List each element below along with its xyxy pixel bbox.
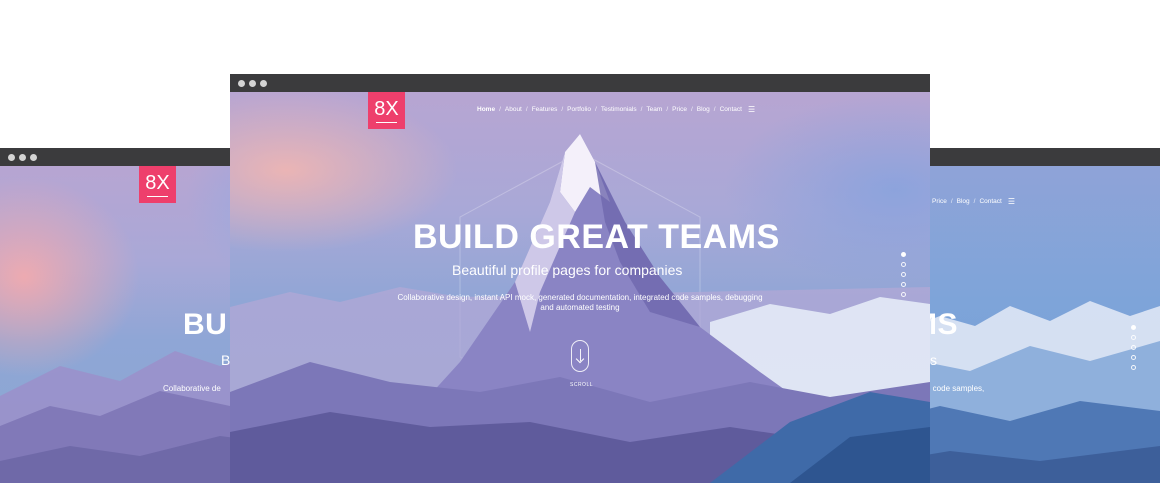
logo-badge[interactable]: 8X	[139, 166, 176, 203]
nav-separator: /	[950, 198, 953, 205]
pagination-dot[interactable]	[901, 252, 906, 257]
pagination-dot[interactable]	[1131, 355, 1136, 360]
section-pagination	[1131, 325, 1137, 375]
window-dot-icon	[249, 80, 256, 87]
nav-item-contact[interactable]: Contact	[720, 106, 742, 113]
nav-separator: /	[525, 106, 528, 113]
scroll-label: SCROLL	[570, 382, 594, 388]
logo-text: 8X	[374, 98, 399, 120]
hamburger-icon[interactable]: ☰	[748, 105, 755, 113]
pagination-dot[interactable]	[1131, 365, 1136, 370]
nav-item-about[interactable]: About	[505, 106, 522, 113]
pagination-dot[interactable]	[901, 282, 906, 287]
pagination-dot[interactable]	[901, 272, 906, 277]
hero-subtitle-fragment: B	[221, 352, 231, 368]
hero-screen: 8X Home / About / Features / Portfolio /…	[230, 92, 930, 483]
hero-subtitle: Beautiful profile pages for companies	[452, 262, 683, 278]
pagination-dot[interactable]	[901, 262, 906, 267]
pagination-dot[interactable]	[901, 292, 906, 297]
nav-item-price[interactable]: Price	[932, 198, 947, 205]
logo-badge[interactable]: 8X	[368, 92, 405, 129]
nav-separator: /	[499, 106, 501, 113]
nav-separator: /	[690, 106, 693, 113]
nav-separator: /	[666, 106, 669, 113]
window-dot-icon	[260, 80, 267, 87]
nav-separator: /	[973, 198, 976, 205]
pagination-dot[interactable]	[1131, 335, 1136, 340]
hero-title: BUILD GREAT TEAMS	[413, 218, 780, 256]
window-dot-icon	[238, 80, 245, 87]
hero-description-fragment: d code samples,	[926, 384, 985, 393]
nav-item-portfolio[interactable]: Portfolio	[567, 106, 591, 113]
main-nav: Home / About / Features / Portfolio / Te…	[477, 105, 755, 113]
nav-separator: /	[713, 106, 716, 113]
hero-title-fragment: BU	[183, 308, 228, 341]
section-pagination	[901, 252, 907, 302]
window-dot-icon	[30, 154, 37, 161]
logo-text: 8X	[145, 172, 170, 194]
nav-item-home[interactable]: Home	[477, 106, 495, 113]
hero-description-fragment: Collaborative de	[163, 384, 221, 393]
nav-separator: /	[595, 106, 597, 113]
window-dot-icon	[8, 154, 15, 161]
nav-separator: /	[561, 106, 564, 113]
main-nav: Price / Blog / Contact ☰	[932, 197, 1015, 205]
pagination-dot[interactable]	[1131, 325, 1136, 330]
window-dot-icon	[19, 154, 26, 161]
window-titlebar	[230, 74, 930, 92]
hamburger-icon[interactable]: ☰	[1008, 197, 1015, 205]
mountain-background	[230, 134, 930, 483]
nav-item-contact[interactable]: Contact	[979, 198, 1001, 205]
nav-item-features[interactable]: Features	[532, 106, 558, 113]
nav-item-testimonials[interactable]: Testimonials	[601, 106, 637, 113]
nav-separator: /	[640, 106, 643, 113]
nav-item-team[interactable]: Team	[646, 106, 662, 113]
pagination-dot[interactable]	[1131, 345, 1136, 350]
hero-subtitle-fragment: s	[930, 352, 937, 368]
browser-window-main: 8X Home / About / Features / Portfolio /…	[230, 74, 930, 483]
arrow-down-icon	[580, 349, 581, 361]
nav-item-price[interactable]: Price	[672, 106, 687, 113]
hero-description: Collaborative design, instant API mock, …	[397, 293, 763, 312]
nav-item-blog[interactable]: Blog	[697, 106, 710, 113]
scroll-down-button[interactable]	[571, 340, 589, 372]
nav-item-blog[interactable]: Blog	[957, 198, 970, 205]
